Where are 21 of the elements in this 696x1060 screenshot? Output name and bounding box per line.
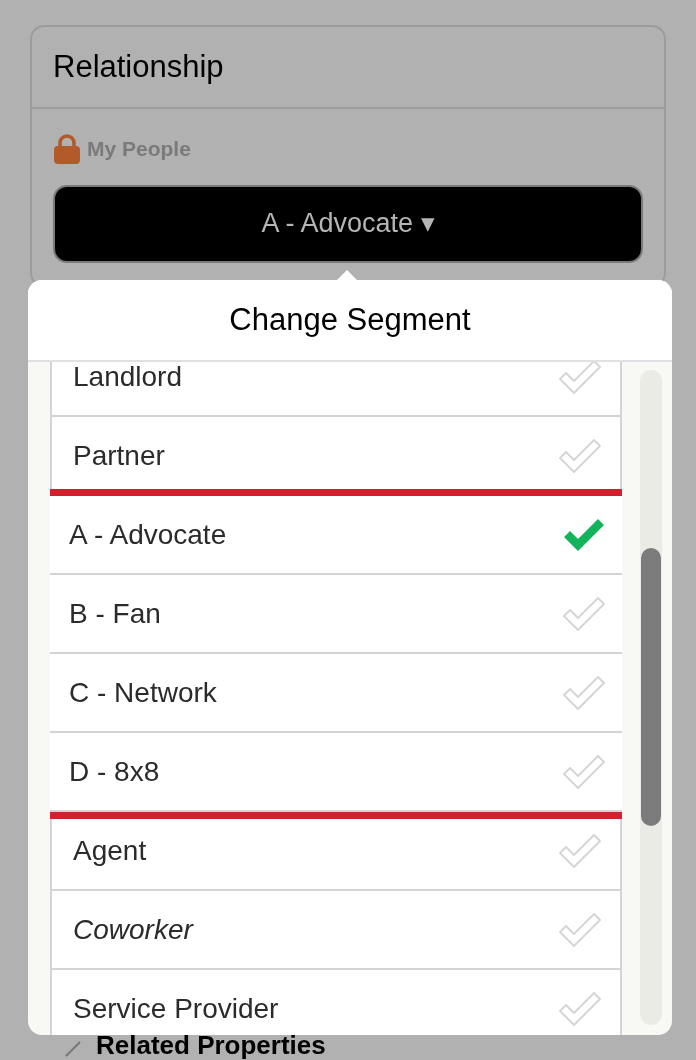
lock-icon: [53, 133, 81, 164]
option-label: A - Advocate: [69, 517, 227, 552]
option-label: C - Network: [69, 675, 217, 710]
segment-option[interactable]: C - Network: [50, 654, 622, 733]
scrollbar-thumb[interactable]: [641, 548, 661, 826]
segment-option[interactable]: A - Advocate: [50, 496, 622, 575]
option-label: Coworker: [73, 912, 193, 947]
segment-option[interactable]: Coworker: [52, 891, 620, 970]
segment-dropdown[interactable]: A - Advocate ▾: [53, 184, 643, 263]
option-label: B - Fan: [69, 596, 161, 631]
segment-option[interactable]: D - 8x8: [50, 733, 622, 812]
segment-option[interactable]: Service Provider: [52, 970, 620, 1035]
option-label: Service Provider: [73, 991, 279, 1026]
segment-option[interactable]: Landlord: [52, 362, 620, 417]
option-label: Agent: [73, 833, 147, 868]
popover-title: Change Segment: [229, 300, 471, 339]
option-label: D - 8x8: [69, 754, 160, 789]
option-label: Landlord: [73, 362, 182, 394]
card-title: Relationship: [53, 47, 224, 86]
option-label: Partner: [73, 438, 165, 473]
segment-option[interactable]: B - Fan: [50, 575, 622, 654]
